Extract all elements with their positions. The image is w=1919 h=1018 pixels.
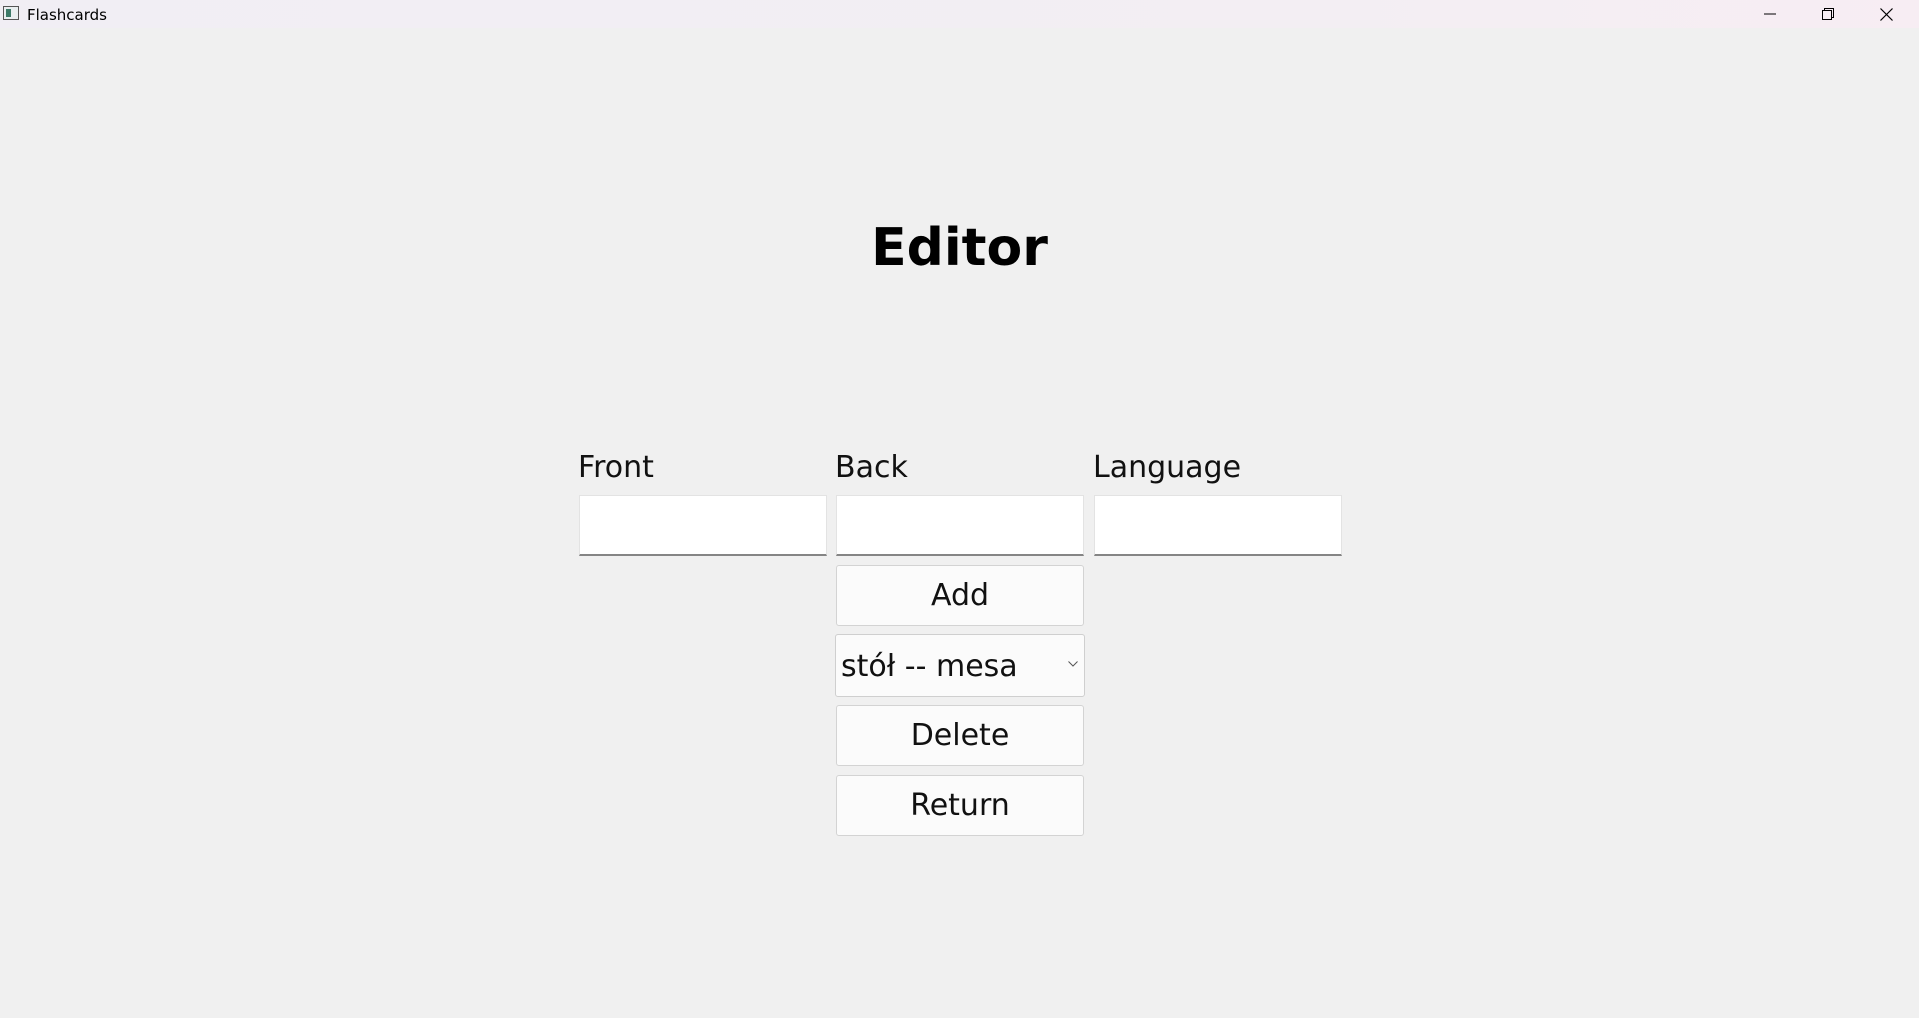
card-select-value: stół -- mesa	[841, 649, 1018, 684]
language-label: Language	[1093, 450, 1242, 485]
restore-icon	[1822, 8, 1834, 20]
close-button[interactable]	[1857, 0, 1915, 28]
delete-button[interactable]: Delete	[836, 705, 1084, 766]
page-title: Editor	[871, 218, 1048, 278]
back-label: Back	[835, 450, 908, 485]
close-icon	[1879, 7, 1893, 21]
app-icon	[3, 6, 19, 20]
add-button[interactable]: Add	[836, 565, 1084, 626]
return-button[interactable]: Return	[836, 775, 1084, 836]
language-input[interactable]	[1094, 495, 1342, 556]
window-title: Flashcards	[27, 6, 107, 24]
front-label: Front	[578, 450, 654, 485]
minimize-icon	[1764, 13, 1776, 15]
front-input[interactable]	[579, 495, 827, 556]
card-select[interactable]: stół -- mesa	[835, 634, 1085, 697]
back-input[interactable]	[836, 495, 1084, 556]
title-bar: Flashcards	[0, 0, 1919, 28]
chevron-down-icon	[1068, 661, 1078, 667]
restore-button[interactable]	[1799, 0, 1857, 28]
minimize-button[interactable]	[1741, 0, 1799, 28]
